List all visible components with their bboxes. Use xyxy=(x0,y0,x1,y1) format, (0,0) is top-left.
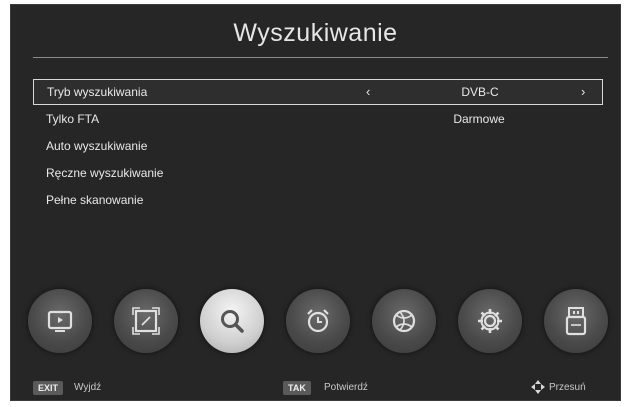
menu-item-value: DVB-C xyxy=(461,85,499,99)
tv-icon[interactable] xyxy=(28,289,92,353)
move-hint: Przesuń xyxy=(549,382,586,393)
menu-item-value: Darmowe xyxy=(453,112,505,126)
move-arrows-icon xyxy=(531,380,545,394)
confirm-hint: Potwierdź xyxy=(324,382,368,393)
menu-item-auto-search[interactable]: Auto wyszukiwanie xyxy=(33,133,603,159)
menu-item-label: Pełne skanowanie xyxy=(46,193,144,207)
footer-help-bar: EXIT Wyjdź TAK Potwierdź Przesuń xyxy=(11,377,620,399)
menu-item-search-mode[interactable]: Tryb wyszukiwania ‹ DVB-C › xyxy=(33,79,603,105)
title-divider xyxy=(33,57,608,58)
settings-gear-icon[interactable] xyxy=(458,289,522,353)
menu-item-label: Auto wyszukiwanie xyxy=(46,139,148,153)
search-icon[interactable] xyxy=(200,289,264,353)
picture-icon[interactable] xyxy=(114,289,178,353)
main-menu-icon-bar xyxy=(11,289,620,359)
exit-hint: Wyjdź xyxy=(74,382,102,393)
usb-icon[interactable] xyxy=(544,289,608,353)
globe-icon[interactable] xyxy=(372,289,436,353)
chevron-right-icon[interactable]: › xyxy=(581,80,585,104)
chevron-left-icon[interactable]: ‹ xyxy=(366,80,370,104)
exit-key-badge: EXIT xyxy=(33,381,64,395)
page-title: Wyszukiwanie xyxy=(233,19,398,47)
search-menu: Tryb wyszukiwania ‹ DVB-C › Tylko FTA Da… xyxy=(33,79,603,214)
menu-item-full-scan[interactable]: Pełne skanowanie xyxy=(33,187,603,213)
menu-item-fta-only[interactable]: Tylko FTA Darmowe xyxy=(33,106,603,132)
alarm-clock-icon[interactable] xyxy=(286,289,350,353)
menu-item-label: Tryb wyszukiwania xyxy=(47,85,148,99)
menu-item-manual-search[interactable]: Ręczne wyszukiwanie xyxy=(33,160,603,186)
menu-item-label: Tylko FTA xyxy=(46,112,100,126)
tv-menu-screen: Wyszukiwanie Tryb wyszukiwania ‹ DVB-C ›… xyxy=(10,4,621,401)
ok-key-badge: TAK xyxy=(283,381,311,395)
menu-item-label: Ręczne wyszukiwanie xyxy=(46,166,164,180)
